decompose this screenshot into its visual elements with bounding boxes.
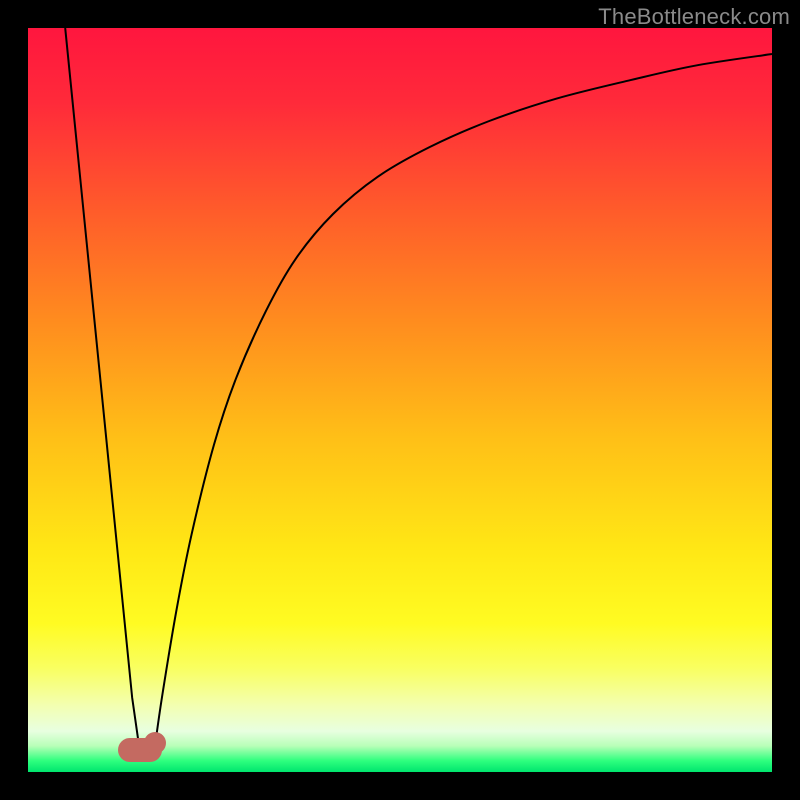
bottleneck-curve [28,28,772,772]
chart-frame: TheBottleneck.com [0,0,800,800]
watermark-text: TheBottleneck.com [598,4,790,30]
curve-right-branch [154,54,772,750]
curve-left-branch [65,28,139,750]
plot-area [28,28,772,772]
